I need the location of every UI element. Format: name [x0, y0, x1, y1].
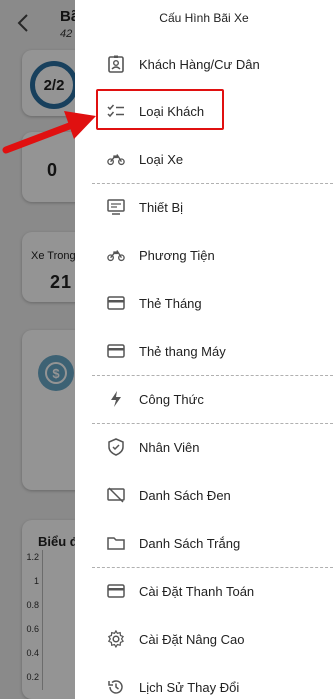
gear-icon [107, 630, 125, 648]
annotation-arrow-icon [0, 105, 100, 155]
menu-item-label: Công Thức [139, 391, 204, 407]
divider [92, 567, 333, 568]
motorbike-icon [107, 150, 125, 168]
id-badge-icon [107, 55, 125, 73]
menu-item-label: Nhân Viên [139, 439, 200, 455]
menu-item-payment-settings[interactable]: Cài Đặt Thanh Toán [75, 571, 333, 611]
motorbike-icon [107, 246, 125, 264]
drawer-title: Cấu Hình Bãi Xe [159, 11, 249, 25]
menu-item-label: Thiết Bị [139, 199, 184, 215]
card-icon [107, 582, 125, 600]
config-drawer: Cấu Hình Bãi Xe Khách Hàng/Cư Dân Loại K… [75, 0, 333, 699]
menu-item-label: Cài Đặt Thanh Toán [139, 583, 255, 599]
menu-item-devices[interactable]: Thiết Bị [75, 187, 333, 227]
shield-icon [107, 438, 125, 456]
menu-item-blacklist[interactable]: Danh Sách Đen [75, 475, 333, 515]
divider [92, 423, 333, 424]
menu-item-advanced-settings[interactable]: Cài Đặt Nâng Cao [75, 619, 333, 659]
divider [92, 375, 333, 376]
device-icon [107, 198, 125, 216]
menu-item-monthly-card[interactable]: Thẻ Tháng [75, 283, 333, 323]
menu-item-label: Lịch Sử Thay Đổi [139, 679, 240, 695]
card-icon [107, 342, 125, 360]
menu-item-label: Thẻ Tháng [139, 295, 202, 311]
menu-item-label: Thẻ thang Máy [139, 343, 226, 359]
menu-item-customers[interactable]: Khách Hàng/Cư Dân [75, 44, 333, 84]
lightning-icon [107, 390, 125, 408]
menu-item-label: Khách Hàng/Cư Dân [139, 56, 260, 72]
card-icon [107, 294, 125, 312]
menu-item-vehicle-type[interactable]: Loại Xe [75, 139, 333, 179]
menu-item-label: Phương Tiện [139, 247, 215, 263]
menu-item-vehicles[interactable]: Phương Tiện [75, 235, 333, 275]
folder-icon [107, 534, 125, 552]
menu-item-label: Loại Xe [139, 151, 184, 167]
menu-item-formula[interactable]: Công Thức [75, 379, 333, 419]
menu-item-label: Cài Đặt Nâng Cao [139, 631, 245, 647]
menu-item-staff[interactable]: Nhân Viên [75, 427, 333, 467]
menu-item-whitelist[interactable]: Danh Sách Trắng [75, 523, 333, 563]
menu-item-label: Danh Sách Đen [139, 487, 231, 503]
menu-item-change-history[interactable]: Lịch Sử Thay Đổi [75, 667, 333, 699]
blocked-screen-icon [107, 486, 125, 504]
highlight-box [96, 89, 224, 130]
history-icon [107, 678, 125, 696]
menu-item-label: Danh Sách Trắng [139, 535, 241, 551]
menu-item-elevator-card[interactable]: Thẻ thang Máy [75, 331, 333, 371]
divider [92, 183, 333, 184]
